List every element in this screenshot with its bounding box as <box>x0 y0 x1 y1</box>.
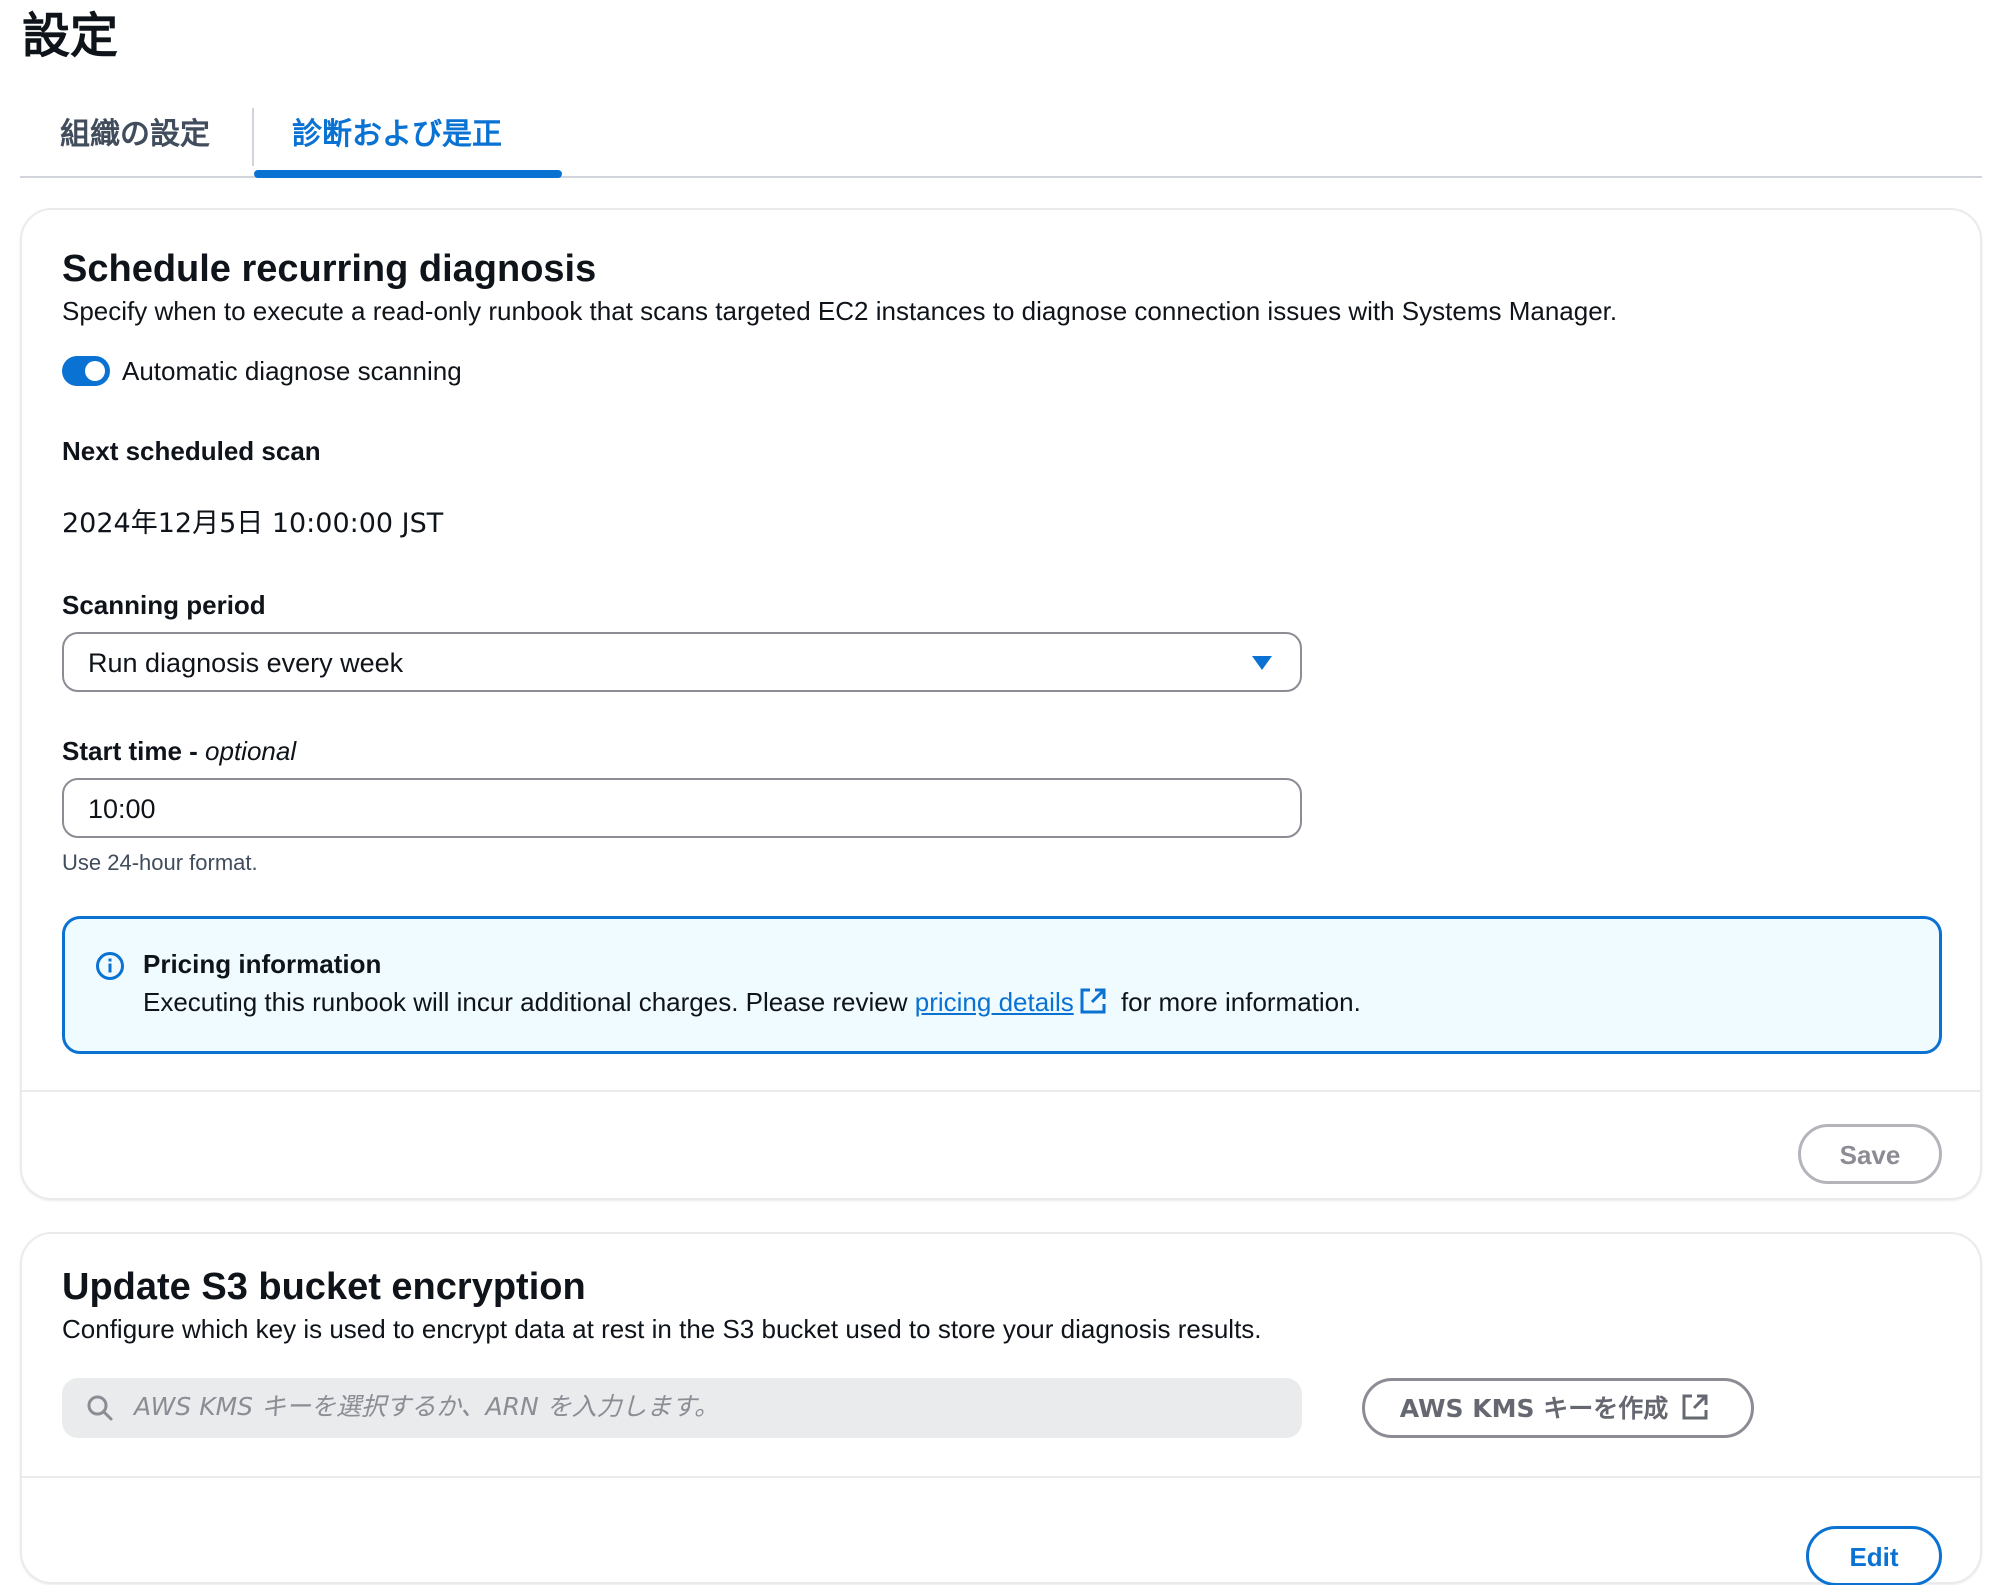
toggle-knob <box>85 361 105 381</box>
schedule-description: Specify when to execute a read-only runb… <box>62 296 1618 326</box>
tab-separator <box>252 108 254 166</box>
schedule-diagnosis-container: Schedule recurring diagnosis Specify whe… <box>20 208 1982 1200</box>
scanning-period-value: Run diagnosis every week <box>88 648 404 678</box>
page-title: 設定 <box>22 8 119 64</box>
next-scan-value: 2024年12月5日 10:00:00 JST <box>62 508 444 539</box>
footer-divider <box>22 1090 1980 1092</box>
create-kms-key-label: AWS KMS キーを作成 <box>1399 1394 1669 1423</box>
kms-key-search-placeholder: AWS KMS キーを選択するか、ARN を入力します。 <box>134 1392 720 1421</box>
active-tab-indicator <box>254 170 562 178</box>
settings-page: 設定 組織の設定 診断および是正 Schedule recurring diag… <box>0 0 2000 1585</box>
pricing-info-alert: Pricing information Executing this runbo… <box>62 916 1942 1054</box>
schedule-title: Schedule recurring diagnosis <box>62 248 597 290</box>
footer-divider <box>22 1476 1980 1478</box>
kms-key-search-input[interactable]: AWS KMS キーを選択するか、ARN を入力します。 <box>62 1378 1302 1438</box>
start-time-input[interactable]: 10:00 <box>62 778 1302 838</box>
pricing-body-before: Executing this runbook will incur additi… <box>143 987 915 1017</box>
automatic-scan-label: Automatic diagnose scanning <box>122 356 462 386</box>
tab-bar: 組織の設定 診断および是正 <box>20 100 1982 178</box>
scanning-period-select[interactable]: Run diagnosis every week <box>62 632 1302 692</box>
pricing-info-title: Pricing information <box>143 949 382 979</box>
encryption-description: Configure which key is used to encrypt d… <box>62 1314 1262 1344</box>
create-kms-key-button[interactable]: AWS KMS キーを作成 <box>1362 1378 1754 1438</box>
external-link-icon[interactable] <box>1078 986 1108 1016</box>
start-time-label: Start time - optional <box>62 734 296 768</box>
start-time-label-text: Start time - <box>62 736 206 766</box>
s3-encryption-container: Update S3 bucket encryption Configure wh… <box>20 1232 1982 1585</box>
start-time-hint: Use 24-hour format. <box>62 850 258 875</box>
scanning-period-label: Scanning period <box>62 590 266 620</box>
start-time-value: 10:00 <box>88 794 156 824</box>
pricing-details-link[interactable]: pricing details <box>915 987 1074 1017</box>
automatic-scan-toggle[interactable] <box>62 356 110 386</box>
start-time-optional: optional <box>205 736 297 766</box>
caret-down-icon <box>1252 656 1272 670</box>
save-button[interactable]: Save <box>1798 1124 1942 1184</box>
tab-organization-settings[interactable]: 組織の設定 <box>60 100 210 178</box>
search-icon <box>87 1395 113 1421</box>
pricing-body-after: for more information. <box>1113 987 1361 1017</box>
info-icon <box>96 952 124 980</box>
tab-diagnosis-remediation[interactable]: 診断および是正 <box>292 100 502 178</box>
external-link-icon <box>1682 1394 1708 1420</box>
next-scan-label: Next scheduled scan <box>62 436 321 466</box>
encryption-title: Update S3 bucket encryption <box>62 1266 586 1308</box>
pricing-info-body: Executing this runbook will incur additi… <box>143 985 1361 1019</box>
edit-button[interactable]: Edit <box>1806 1526 1942 1585</box>
